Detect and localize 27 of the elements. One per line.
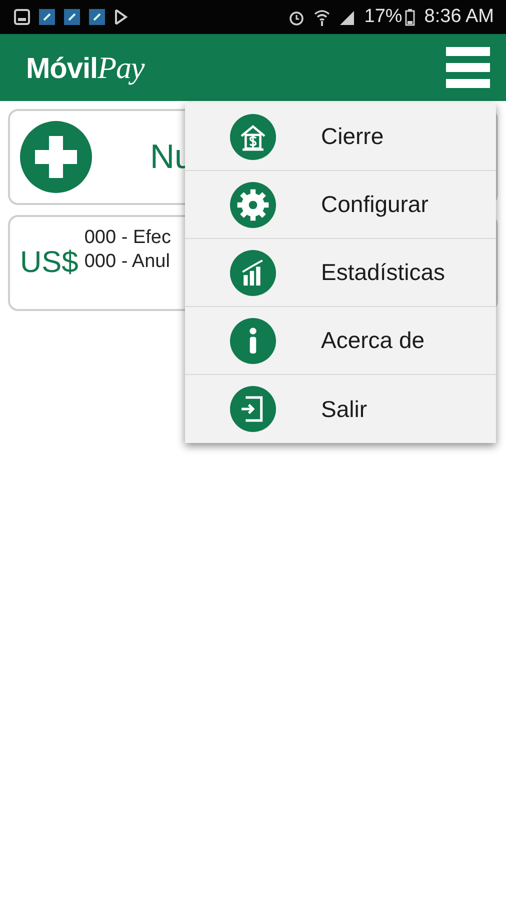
exit-icon <box>230 386 276 432</box>
image-icon <box>14 9 30 25</box>
chart-icon <box>230 250 276 296</box>
play-icon <box>114 9 128 25</box>
battery-icon <box>405 8 416 26</box>
currency-label: US$ <box>20 246 78 280</box>
plus-icon <box>20 121 92 193</box>
summary-line: 000 - Efec <box>84 226 171 250</box>
wifi-icon <box>314 8 330 26</box>
menu-item[interactable]: Configurar <box>185 171 496 239</box>
bank-icon <box>230 114 276 160</box>
app-icon <box>64 9 80 25</box>
summary-line: 000 - Anul <box>84 250 171 274</box>
settings-icon <box>230 182 276 228</box>
signal-icon <box>339 8 356 26</box>
menu-item[interactable]: Acerca de <box>185 307 496 375</box>
battery-percent: 17% <box>364 6 402 28</box>
app-icon <box>39 9 55 25</box>
menu-item[interactable]: Salir <box>185 375 496 443</box>
info-icon <box>230 318 276 364</box>
alarm-icon <box>288 8 306 26</box>
menu-item[interactable]: Estadísticas <box>185 239 496 307</box>
menu-item[interactable]: Cierre <box>185 103 496 171</box>
clock-time: 8:36 AM <box>424 6 494 28</box>
app-icon <box>89 9 105 25</box>
menu-button[interactable] <box>446 47 490 88</box>
app-logo: MóvilPay <box>26 50 144 86</box>
